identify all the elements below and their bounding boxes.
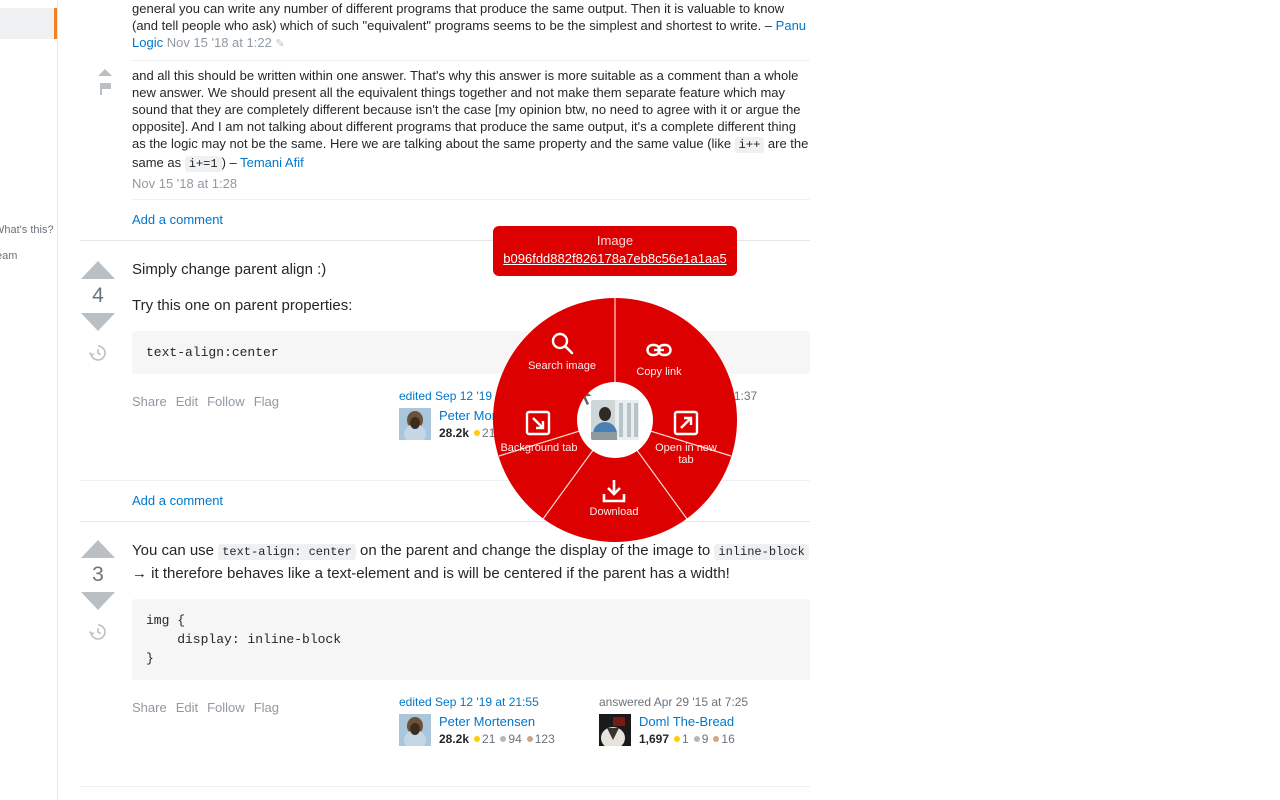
bronze-badge-icon <box>713 736 719 742</box>
silver-badge-icon <box>694 736 700 742</box>
gold-badge-count: 21 <box>482 732 495 746</box>
comment-text: general you can write any number of diff… <box>132 1 784 33</box>
downvote-icon[interactable] <box>81 313 115 331</box>
comment-item: and all this should be written within on… <box>132 61 810 199</box>
sector-label-search-image[interactable]: Search image <box>522 360 602 372</box>
edit-button[interactable]: Edit <box>176 394 198 409</box>
author-user-card[interactable]: answered Apr 29 '15 at 7:25 <box>599 694 787 748</box>
download-icon[interactable] <box>601 478 627 504</box>
editor-reputation: 28.2k 21 94 123 <box>439 731 587 748</box>
bronze-badge-icon <box>527 736 533 742</box>
answer-actions: Share Edit Follow Flag <box>132 394 288 409</box>
answer-text: You can use <box>132 542 218 559</box>
answer-actions: Share Edit Follow Flag <box>132 700 288 715</box>
silver-badge-icon <box>500 736 506 742</box>
link-icon[interactable] <box>646 338 672 364</box>
avatar[interactable] <box>399 408 431 440</box>
tooltip-image-hash: b096fdd882f826178a7eb8c56e1a1aa5 <box>501 250 729 268</box>
add-comment-row: Add a comment <box>132 787 810 800</box>
comment-date: Nov 15 '18 at 1:22 <box>167 35 272 50</box>
comment-text: ) – <box>222 155 241 170</box>
follow-button[interactable]: Follow <box>207 700 245 715</box>
bronze-badge-count: 123 <box>535 732 555 746</box>
upvote-icon[interactable] <box>81 261 115 279</box>
silver-badge-count: 9 <box>702 732 709 746</box>
flag-button[interactable]: Flag <box>254 700 279 715</box>
sector-label-background-tab[interactable]: Background tab <box>499 442 579 454</box>
editor-user-card[interactable]: edited Sep 12 '19 at 21:55 <box>399 694 587 748</box>
background-tab-icon[interactable] <box>525 410 551 436</box>
comment-list: general you can write any number of diff… <box>80 0 810 240</box>
upvote-icon[interactable] <box>81 540 115 558</box>
answer-inline-code: inline-block <box>714 544 808 560</box>
edited-date[interactable]: edited Sep 12 '19 at 21:55 <box>399 694 587 710</box>
gold-badge-icon <box>674 736 680 742</box>
search-icon[interactable] <box>549 330 575 356</box>
sector-label-open-in-new-tab[interactable]: Open in new tab <box>646 442 726 466</box>
radial-menu-tooltip: Image b096fdd882f826178a7eb8c56e1a1aa5 <box>493 226 737 276</box>
gold-badge-icon <box>474 430 480 436</box>
gold-badge-count: 1 <box>682 732 689 746</box>
left-sidebar: What's this? eam <box>0 0 61 800</box>
answer-text: on the parent and change the display of … <box>356 542 715 559</box>
share-button[interactable]: Share <box>132 700 167 715</box>
answer-paragraph: You can use text-align: center on the pa… <box>132 540 810 585</box>
reputation-value: 1,697 <box>639 732 669 746</box>
external-link-icon[interactable] <box>673 410 699 436</box>
edit-pencil-icon[interactable]: ✎ <box>275 38 284 50</box>
mouse-cursor-icon <box>577 382 599 408</box>
avatar[interactable] <box>399 714 431 746</box>
vote-cell: 3 <box>80 540 116 647</box>
sector-label-download[interactable]: Download <box>574 506 654 518</box>
radial-menu-hub[interactable] <box>577 382 653 458</box>
reputation-value: 28.2k <box>439 426 469 440</box>
author-name[interactable]: Doml The-Bread <box>639 714 787 730</box>
answered-date: answered Apr 29 '15 at 7:25 <box>599 694 787 710</box>
sidebar-divider <box>57 0 58 800</box>
history-icon[interactable] <box>88 343 108 363</box>
answer-footer: Share Edit Follow Flag edited Sep 12 '19 at… <box>132 694 810 786</box>
follow-button[interactable]: Follow <box>207 394 245 409</box>
vote-score: 3 <box>80 558 116 592</box>
silver-badge-count: 94 <box>508 732 521 746</box>
bronze-badge-count: 16 <box>721 732 734 746</box>
comment-author-link[interactable]: Temani Afif <box>240 155 304 170</box>
comment-vote-gutter <box>90 69 120 95</box>
edit-button[interactable]: Edit <box>176 700 198 715</box>
sidebar-whats-this-link[interactable]: What's this? <box>0 224 54 236</box>
answer-text: → it therefore behaves like a text-eleme… <box>132 565 730 582</box>
author-reputation: 1,697 19 16 <box>639 731 787 748</box>
share-button[interactable]: Share <box>132 394 167 409</box>
sector-label-copy-link[interactable]: Copy link <box>619 366 699 378</box>
reputation-value: 28.2k <box>439 732 469 746</box>
answer-item: 3 You can use text-align: center on the … <box>80 522 810 800</box>
code-block: img { display: inline-block } <box>132 599 810 680</box>
add-comment-link[interactable]: Add a comment <box>132 212 223 227</box>
comment-inline-code: i++ <box>735 137 765 153</box>
comment-text: and all this should be written within on… <box>132 68 801 151</box>
comment-date: Nov 15 '18 at 1:28 <box>132 175 810 192</box>
sidebar-team-label[interactable]: eam <box>0 250 17 262</box>
flag-button[interactable]: Flag <box>254 394 279 409</box>
answer-body: You can use text-align: center on the pa… <box>132 540 810 800</box>
downvote-icon[interactable] <box>81 592 115 610</box>
tooltip-kind-label: Image <box>501 232 729 250</box>
vote-cell: 4 <box>80 261 116 368</box>
avatar[interactable] <box>599 714 631 746</box>
answer-inline-code: text-align: center <box>218 544 356 560</box>
flag-icon[interactable] <box>100 83 111 95</box>
gold-badge-icon <box>474 736 480 742</box>
vote-score: 4 <box>80 279 116 313</box>
upvote-icon[interactable] <box>98 69 112 76</box>
comment-item: general you can write any number of diff… <box>132 0 810 60</box>
comment-inline-code: i+=1 <box>185 156 222 172</box>
sidebar-item-active[interactable] <box>0 8 57 39</box>
editor-name[interactable]: Peter Mortensen <box>439 714 587 730</box>
radial-context-menu[interactable]: Search image Copy link Open in new tab <box>493 298 737 542</box>
add-comment-link[interactable]: Add a comment <box>132 493 223 508</box>
history-icon[interactable] <box>88 622 108 642</box>
